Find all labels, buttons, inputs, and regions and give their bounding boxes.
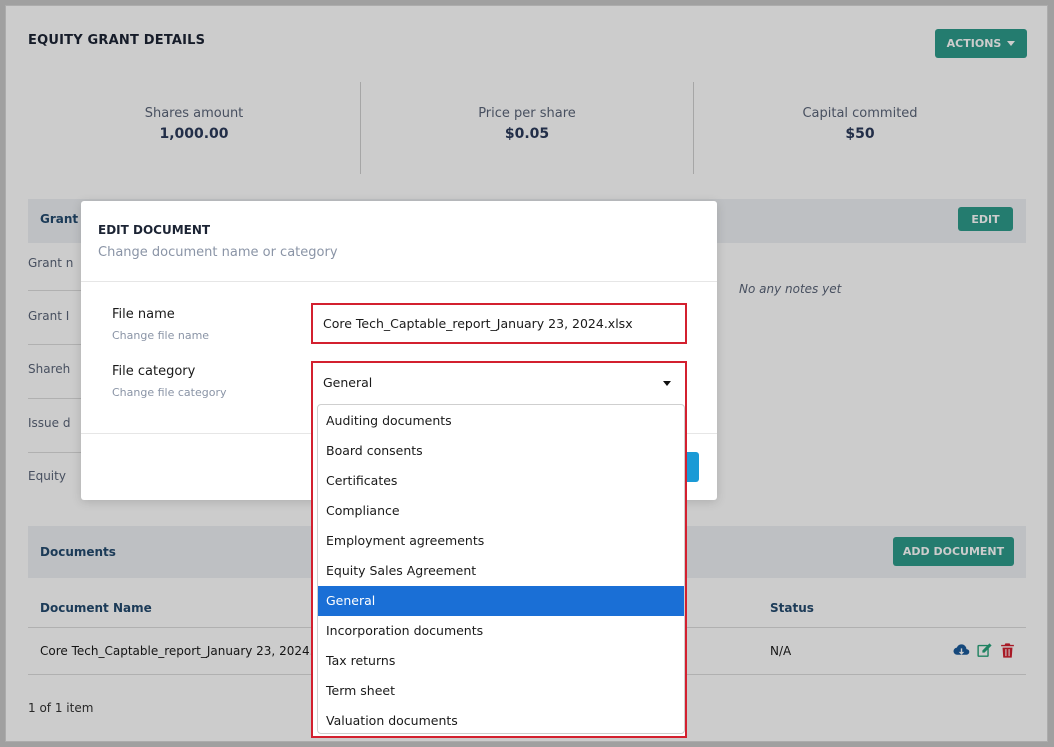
- category-dropdown-list: Auditing documents Board consents Certif…: [317, 404, 685, 734]
- category-option-incorporation-documents[interactable]: Incorporation documents: [318, 616, 684, 646]
- category-option-term-sheet[interactable]: Term sheet: [318, 676, 684, 706]
- category-option-general[interactable]: General: [318, 586, 684, 616]
- file-category-selected: General: [323, 375, 373, 390]
- modal-title: EDIT DOCUMENT: [98, 223, 211, 237]
- category-option-tax-returns[interactable]: Tax returns: [318, 646, 684, 676]
- category-option-board-consents[interactable]: Board consents: [318, 436, 684, 466]
- category-option-compliance[interactable]: Compliance: [318, 496, 684, 526]
- category-option-auditing-documents[interactable]: Auditing documents: [318, 406, 684, 436]
- modal-divider: [81, 281, 717, 282]
- modal-subtitle: Change document name or category: [98, 245, 338, 260]
- category-option-equity-sales-agreement[interactable]: Equity Sales Agreement: [318, 556, 684, 586]
- category-option-certificates[interactable]: Certificates: [318, 466, 684, 496]
- file-category-select[interactable]: General: [311, 361, 687, 402]
- file-category-label: File category: [112, 364, 196, 379]
- file-name-input[interactable]: Core Tech_Captable_report_January 23, 20…: [311, 303, 687, 344]
- category-option-employment-agreements[interactable]: Employment agreements: [318, 526, 684, 556]
- file-category-help: Change file category: [112, 386, 227, 399]
- category-dropdown-highlight: Auditing documents Board consents Certif…: [311, 400, 687, 738]
- category-option-valuation-documents[interactable]: Valuation documents: [318, 706, 684, 733]
- caret-down-icon: [663, 381, 671, 386]
- file-name-help: Change file name: [112, 329, 210, 342]
- file-name-label: File name: [112, 307, 175, 322]
